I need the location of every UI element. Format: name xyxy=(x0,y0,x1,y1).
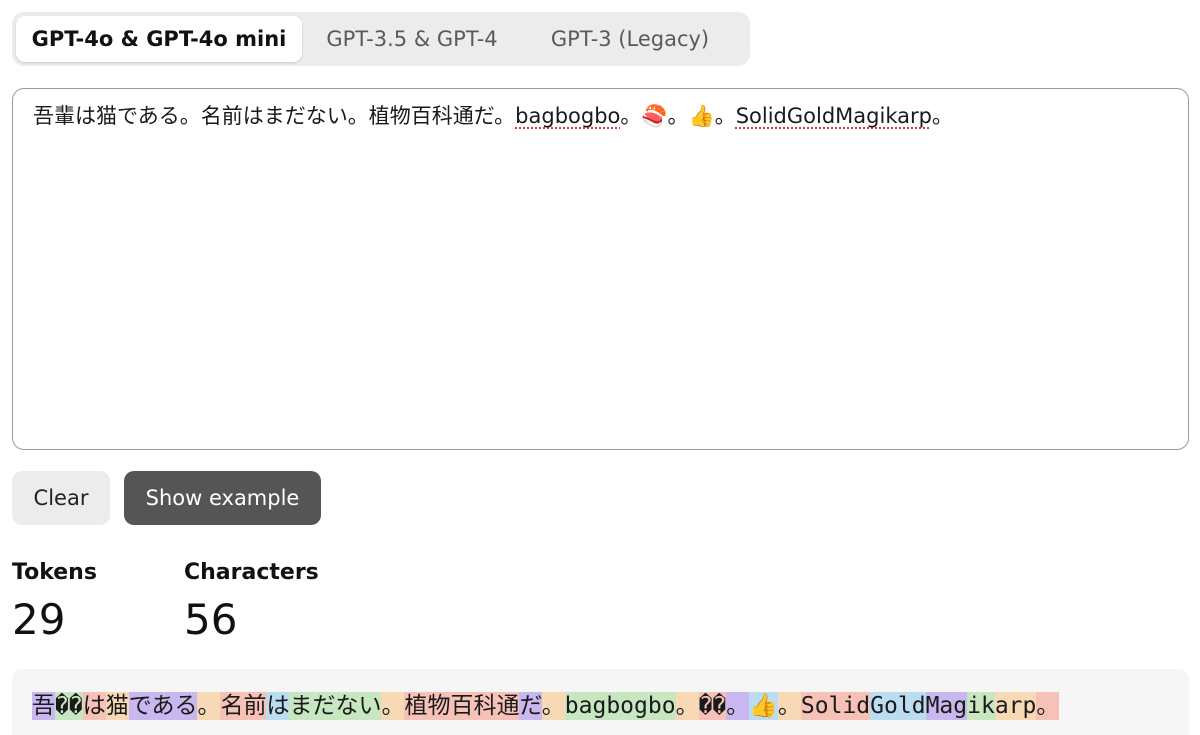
token-chip: 吾 xyxy=(32,692,55,720)
token-chip: 。 xyxy=(777,692,801,720)
token-chip: 猫 xyxy=(105,692,129,720)
token-chip: ある xyxy=(151,692,198,720)
token-chip: だ xyxy=(519,692,542,720)
text-input[interactable]: 吾輩は猫である。名前はまだない。植物百科通だ。bagbogbo。🍣。👍。Soli… xyxy=(12,88,1189,450)
token-chip: まだ xyxy=(289,692,336,720)
input-emoji-thumbs-up: 👍 xyxy=(688,104,715,128)
input-word-misspelled: bagbogbo xyxy=(515,104,621,128)
input-separator: 。 xyxy=(714,104,736,128)
token-chip: �� xyxy=(55,692,83,720)
characters-label: Characters xyxy=(184,560,319,585)
token-chip: で xyxy=(128,692,152,720)
token-chip: ない xyxy=(335,692,382,720)
tokens-count: 29 xyxy=(12,595,66,644)
token-chip: 百 xyxy=(450,692,474,720)
input-separator: 。 xyxy=(620,104,642,128)
token-chip: 。 xyxy=(675,692,699,720)
token-chip: �� xyxy=(698,692,727,720)
token-chip: 。 xyxy=(381,692,405,720)
input-end: 。 xyxy=(931,104,953,128)
token-chip: 。 xyxy=(197,692,221,720)
token-chip: 👍 xyxy=(749,692,778,720)
token-chip: 。 xyxy=(726,692,750,720)
token-chip: ik xyxy=(967,692,995,720)
token-chip: 科 xyxy=(473,692,497,720)
tokens-label: Tokens xyxy=(12,560,97,585)
characters-stat: Characters 56 xyxy=(184,560,319,644)
input-word-misspelled: SolidGoldMagikarp xyxy=(735,104,932,128)
token-visualization: 吾��は猫である。名前はまだない。植物百科通だ。bagbogbo。��。👍。So… xyxy=(12,669,1189,735)
token-chip: 前 xyxy=(243,692,267,720)
show-example-button[interactable]: Show example xyxy=(124,471,321,525)
characters-count: 56 xyxy=(184,595,238,644)
input-separator: 。 xyxy=(667,104,689,128)
token-chip: arp xyxy=(994,692,1037,720)
tab-gpt-3-5-gpt-4[interactable]: GPT-3.5 & GPT-4 xyxy=(302,16,522,62)
tab-gpt-4o[interactable]: GPT-4o & GPT-4o mini xyxy=(16,16,302,62)
token-chip: 通 xyxy=(496,692,520,720)
token-chip: 植物 xyxy=(404,692,451,720)
token-chip: Gold xyxy=(870,692,926,720)
token-chip: 名 xyxy=(220,692,244,720)
tokens-stat: Tokens 29 xyxy=(12,560,97,644)
token-chip: は xyxy=(82,692,106,720)
token-chip: は xyxy=(266,692,290,720)
input-text-plain: 吾輩は猫である。名前はまだない。植物百科通だ。 xyxy=(33,104,516,128)
token-chip: 。 xyxy=(541,692,565,720)
token-chip: bagbogbo xyxy=(564,692,676,720)
token-chip: Mag xyxy=(925,692,968,720)
token-chip: 。 xyxy=(1036,692,1060,720)
model-tab-bar: GPT-4o & GPT-4o mini GPT-3.5 & GPT-4 GPT… xyxy=(12,12,750,66)
input-emoji-sushi: 🍣 xyxy=(641,104,668,128)
token-chip: Solid xyxy=(800,692,871,720)
clear-button[interactable]: Clear xyxy=(12,471,110,525)
tab-gpt-3-legacy[interactable]: GPT-3 (Legacy) xyxy=(522,16,738,62)
